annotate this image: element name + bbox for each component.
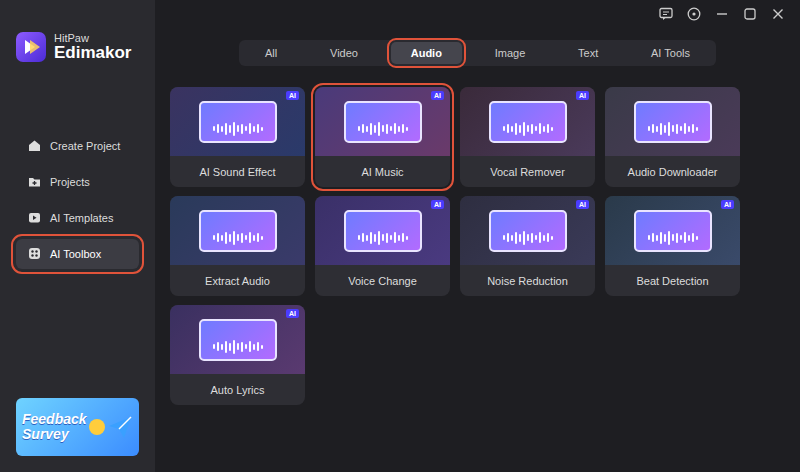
ai-badge: AI [286, 91, 299, 100]
tool-card[interactable]: AI Vocal Remover [460, 87, 595, 187]
tool-label: Beat Detection [605, 265, 740, 296]
thumbnail-screen [634, 210, 712, 252]
tool-label: AI Music [315, 156, 450, 187]
sidebar-item-label: Create Project [50, 140, 120, 152]
tool-card[interactable]: AI Voice Change [315, 196, 450, 296]
tool-card[interactable]: AI Beat Detection [605, 196, 740, 296]
sidebar-item[interactable]: AI Toolbox [16, 239, 139, 269]
category-tab[interactable]: Video [310, 42, 378, 64]
close-icon[interactable] [771, 7, 785, 21]
category-tab[interactable]: Text [558, 42, 618, 64]
tool-card[interactable]: AI AI Sound Effect [170, 87, 305, 187]
thumbnail-screen [344, 101, 422, 143]
sidebar-item-label: AI Toolbox [50, 248, 101, 260]
thumbnail-screen [199, 101, 277, 143]
product-name: Edimakor [54, 44, 131, 63]
tool-thumbnail [170, 196, 305, 265]
tool-thumbnail: AI [170, 305, 305, 374]
thumbnail-screen [199, 210, 277, 252]
tool-thumbnail: AI [460, 87, 595, 156]
tool-card[interactable]: AI Noise Reduction [460, 196, 595, 296]
ai-badge: AI [286, 309, 299, 318]
toolbox-icon [28, 247, 41, 260]
category-tab[interactable]: AI Tools [631, 42, 710, 64]
tool-thumbnail: AI [460, 196, 595, 265]
sidebar-item-label: AI Templates [50, 212, 113, 224]
category-tabs: All Video Audio Image Text AI Tools [239, 40, 716, 66]
tool-label: Auto Lyrics [170, 374, 305, 405]
thumbnail-screen [489, 210, 567, 252]
maximize-icon[interactable] [743, 7, 757, 21]
category-tab[interactable]: All [245, 42, 297, 64]
tool-card[interactable]: AI Auto Lyrics [170, 305, 305, 405]
template-icon [28, 211, 41, 224]
ai-badge: AI [431, 200, 444, 209]
tool-card[interactable]: AI AI Music [315, 87, 450, 187]
tool-label: AI Sound Effect [170, 156, 305, 187]
sidebar-item-label: Projects [50, 176, 90, 188]
category-tab[interactable]: Image [475, 42, 546, 64]
tool-thumbnail: AI [170, 87, 305, 156]
tool-label: Audio Downloader [605, 156, 740, 187]
brand-name: HitPaw [54, 32, 131, 44]
home-icon [28, 139, 41, 152]
sidebar-item[interactable]: AI Templates [16, 203, 139, 233]
smile-icon [89, 419, 105, 435]
tool-grid: AI AI Sound Effect AI AI Music AI Vocal … [170, 87, 785, 405]
ai-badge: AI [576, 91, 589, 100]
logo[interactable]: HitPaw Edimakor [0, 32, 155, 63]
ai-badge: AI [721, 200, 734, 209]
sidebar-item[interactable]: Projects [16, 167, 139, 197]
thumbnail-screen [199, 319, 277, 361]
tool-label: Voice Change [315, 265, 450, 296]
logo-icon [16, 32, 46, 62]
thumbnail-screen [634, 101, 712, 143]
thumbnail-screen [344, 210, 422, 252]
main-panel: All Video Audio Image Text AI Tools AI AI Sou… [155, 0, 800, 472]
thumbnail-screen [489, 101, 567, 143]
feedback-banner[interactable]: Feedback Survey [16, 398, 139, 456]
tool-thumbnail: AI [315, 196, 450, 265]
feedback-icon[interactable] [659, 7, 673, 21]
tool-label: Vocal Remover [460, 156, 595, 187]
tool-thumbnail [605, 87, 740, 156]
sidebar: HitPaw Edimakor Create Project Projects … [0, 0, 155, 472]
help-icon[interactable] [687, 7, 701, 21]
tool-thumbnail: AI [605, 196, 740, 265]
folder-icon [28, 175, 41, 188]
paper-plane-icon [107, 414, 133, 440]
tool-label: Noise Reduction [460, 265, 595, 296]
sidebar-nav: Create Project Projects AI Templates AI … [0, 131, 155, 269]
app-window: HitPaw Edimakor Create Project Projects … [0, 0, 800, 472]
tool-card[interactable]: Extract Audio [170, 196, 305, 296]
tool-label: Extract Audio [170, 265, 305, 296]
ai-badge: AI [576, 200, 589, 209]
banner-line: Survey [22, 427, 87, 442]
category-tab[interactable]: Audio [391, 42, 462, 64]
banner-line: Feedback [22, 412, 87, 427]
tool-thumbnail: AI [315, 87, 450, 156]
ai-badge: AI [431, 91, 444, 100]
minimize-icon[interactable] [715, 7, 729, 21]
tool-card[interactable]: Audio Downloader [605, 87, 740, 187]
title-bar [170, 0, 785, 28]
sidebar-item[interactable]: Create Project [16, 131, 139, 161]
